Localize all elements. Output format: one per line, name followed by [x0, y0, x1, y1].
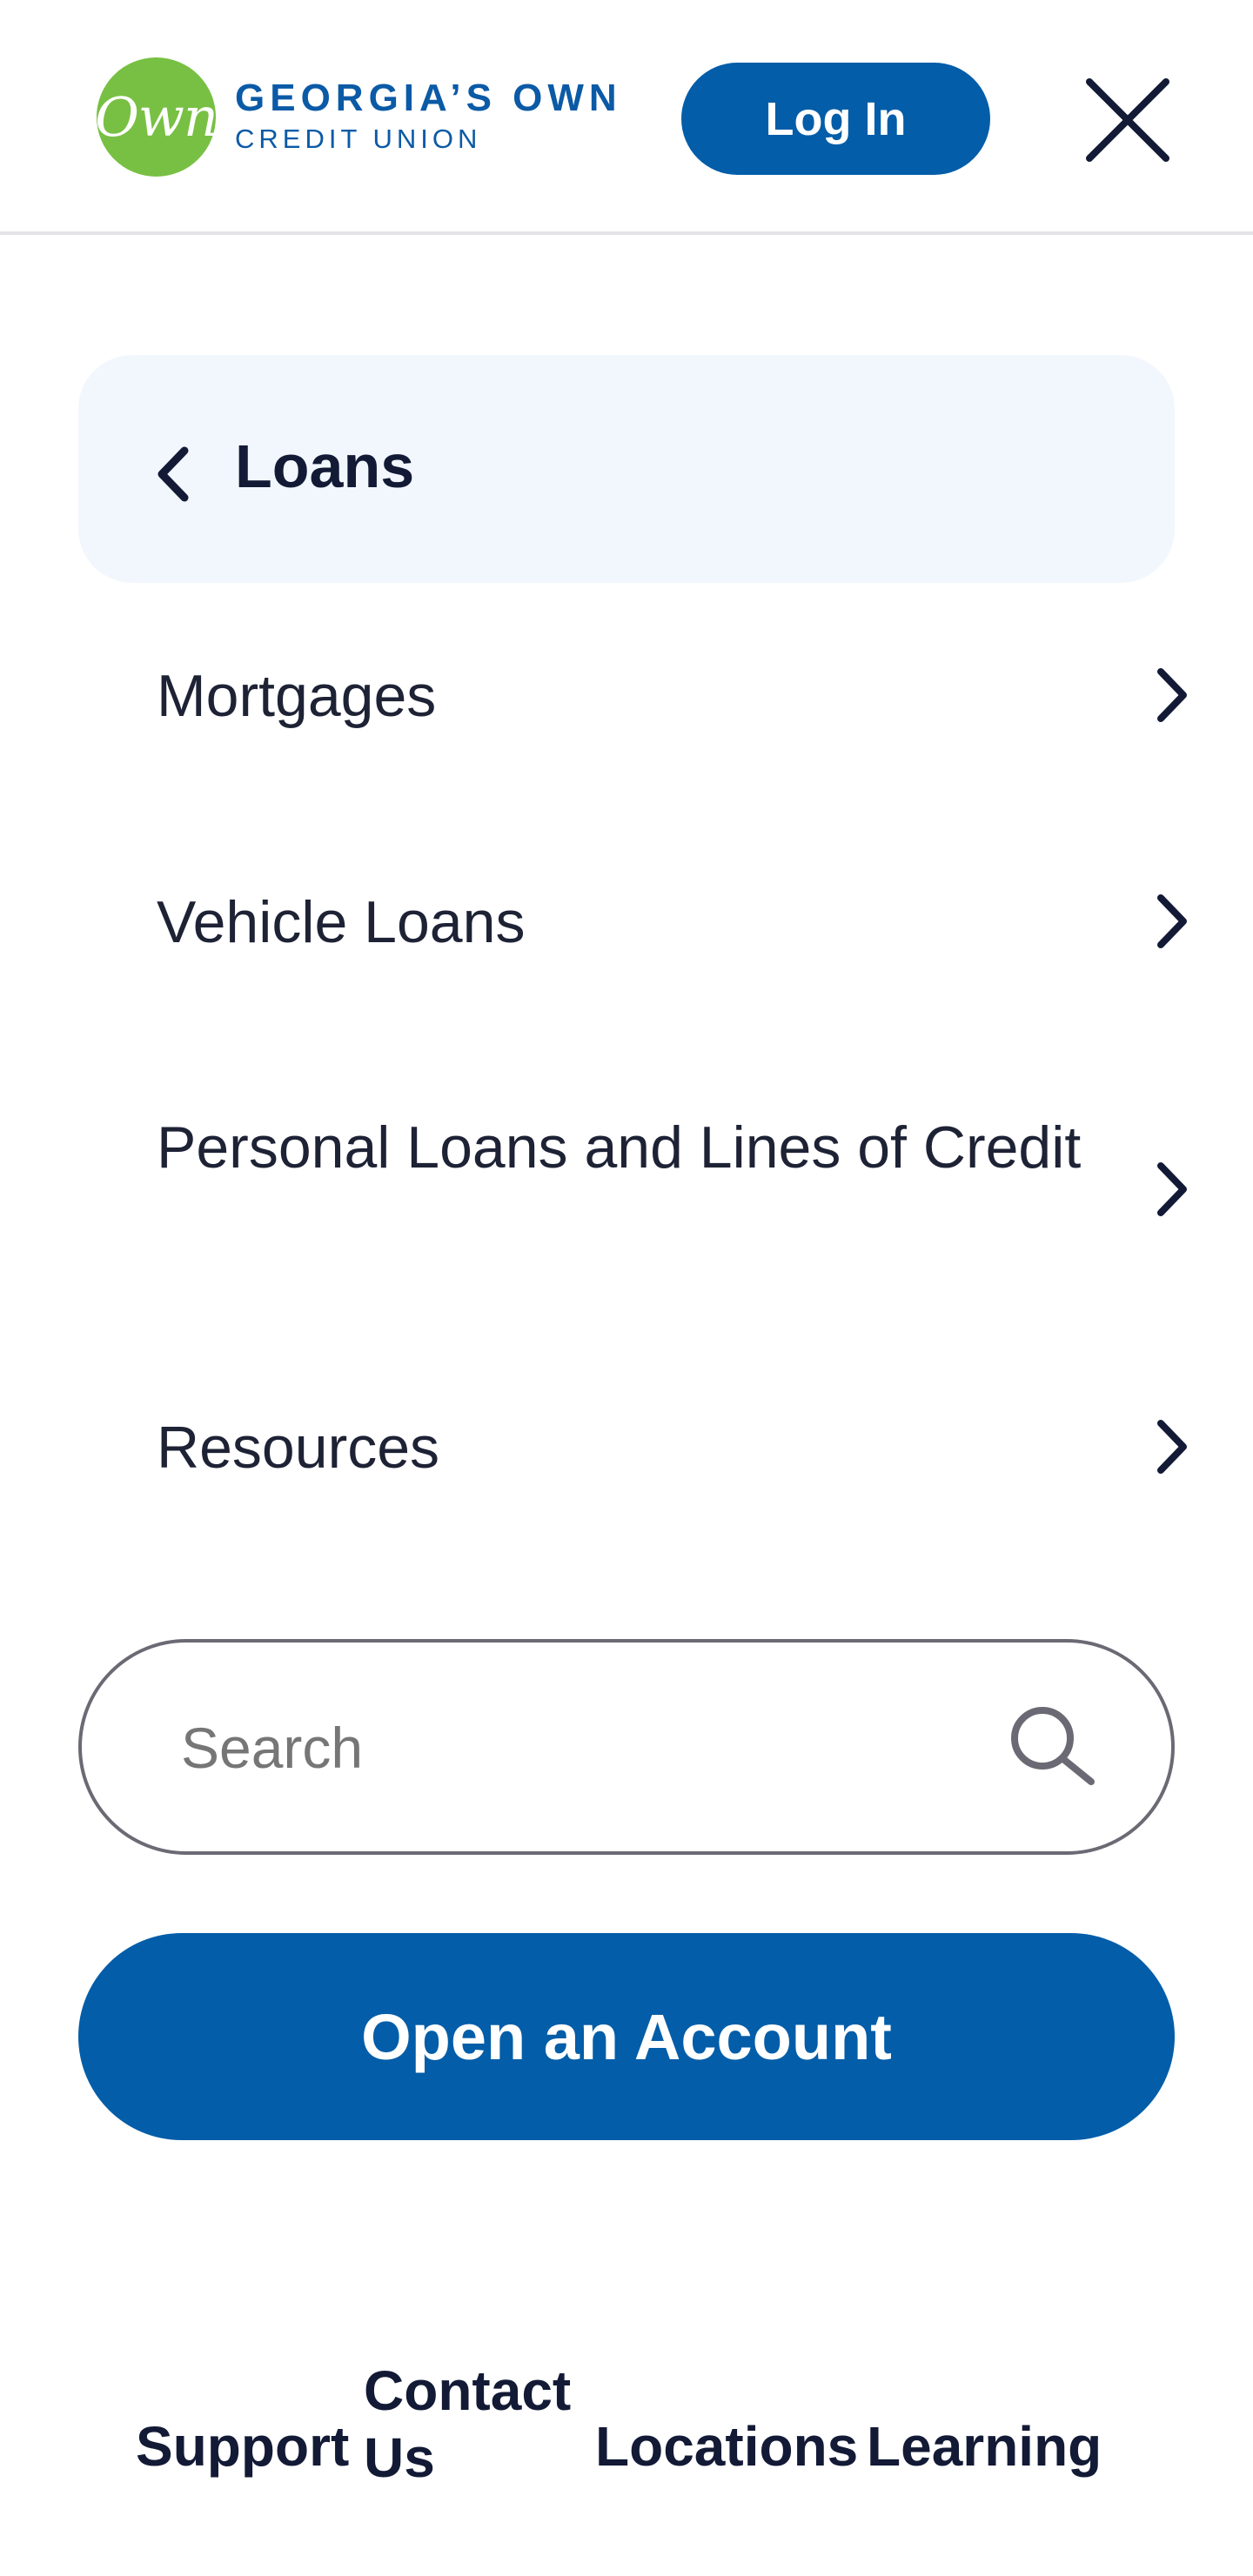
chevron-right-icon: [1157, 668, 1187, 722]
site-header: Own GEORGIA’S OWN CREDIT UNION Log In: [0, 0, 1253, 235]
close-menu-button[interactable]: [1077, 70, 1178, 171]
logo-mark: Own: [95, 57, 218, 177]
menu-item-label: Personal Loans and Lines of Credit: [157, 1114, 1082, 1181]
menu-item-resources[interactable]: Resources: [78, 1395, 1201, 1500]
menu-item-mortgages[interactable]: Mortgages: [78, 644, 1201, 748]
back-to-menu-button[interactable]: Loans: [78, 355, 1175, 583]
search-icon[interactable]: [1004, 1700, 1100, 1796]
chevron-left-icon: [157, 446, 189, 502]
menu-item-personal-loans[interactable]: Personal Loans and Lines of Credit: [78, 1105, 1201, 1270]
footer-link-contact-us[interactable]: Contact Us: [364, 2358, 607, 2492]
search-bar: [78, 1639, 1175, 1855]
footer-link-learning[interactable]: Learning: [867, 2413, 1102, 2480]
footer-links: Support Contact Us Locations Learning: [0, 2349, 1253, 2540]
brand-subname: CREDIT UNION: [235, 124, 482, 154]
menu-item-label: Mortgages: [157, 663, 437, 729]
chevron-right-icon: [1157, 894, 1187, 948]
footer-link-locations[interactable]: Locations: [595, 2413, 858, 2480]
login-button[interactable]: Log In: [681, 63, 990, 175]
close-icon: [1086, 78, 1169, 162]
brand-name: GEORGIA’S OWN: [235, 77, 622, 119]
chevron-right-icon: [1157, 1420, 1187, 1474]
search-input[interactable]: [179, 1686, 1009, 1810]
open-account-button[interactable]: Open an Account: [78, 1933, 1175, 2140]
chevron-right-icon: [1157, 1162, 1187, 1216]
footer-link-support[interactable]: Support: [136, 2413, 349, 2480]
menu-item-label: Resources: [157, 1415, 440, 1481]
section-title: Loans: [235, 432, 415, 500]
menu-item-vehicle-loans[interactable]: Vehicle Loans: [78, 870, 1201, 974]
menu-item-label: Vehicle Loans: [157, 889, 526, 955]
